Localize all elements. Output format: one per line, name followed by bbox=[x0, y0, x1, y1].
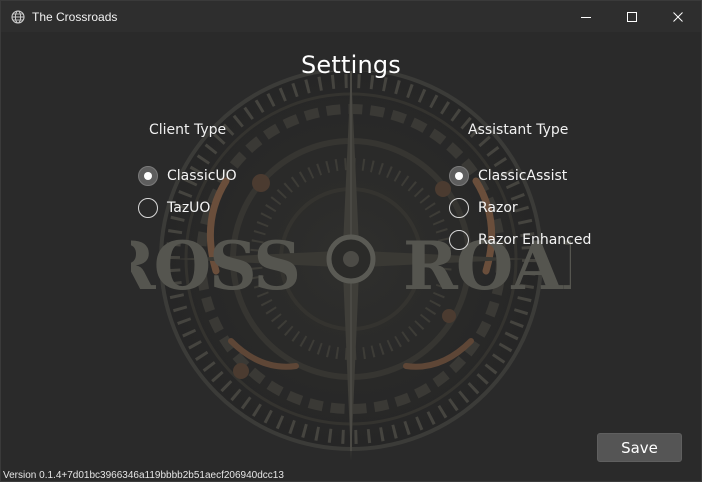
radio-button[interactable] bbox=[449, 230, 469, 250]
title-bar[interactable]: The Crossroads bbox=[1, 1, 701, 32]
radio-selected-dot bbox=[144, 172, 152, 180]
maximize-button[interactable] bbox=[609, 1, 655, 32]
radio-button[interactable] bbox=[449, 198, 469, 218]
radio-classicuo[interactable]: ClassicUO bbox=[138, 165, 237, 187]
minimize-button[interactable] bbox=[563, 1, 609, 32]
radio-razor[interactable]: Razor bbox=[449, 197, 518, 219]
radio-razor-enhanced[interactable]: Razor Enhanced bbox=[449, 229, 591, 251]
radio-label: Razor bbox=[478, 200, 518, 216]
settings-heading: Settings bbox=[300, 51, 402, 79]
window-controls bbox=[563, 1, 701, 32]
radio-label: ClassicUO bbox=[167, 168, 237, 184]
window-title: The Crossroads bbox=[32, 9, 118, 24]
version-label: Version 0.1.4+7d01bc3966346a119bbbb2b51a… bbox=[3, 470, 284, 481]
logo-text-left: CROSS bbox=[131, 227, 299, 305]
radio-button[interactable] bbox=[138, 166, 158, 186]
globe-icon bbox=[10, 9, 26, 25]
close-button[interactable] bbox=[655, 1, 701, 32]
radio-tazuo[interactable]: TazUO bbox=[138, 197, 210, 219]
radio-button[interactable] bbox=[138, 198, 158, 218]
radio-label: Razor Enhanced bbox=[478, 232, 592, 248]
close-icon bbox=[673, 11, 683, 22]
assistant-type-label: Assistant Type bbox=[468, 122, 569, 138]
client-type-label: Client Type bbox=[149, 122, 227, 138]
minimize-icon bbox=[581, 16, 591, 18]
radio-classicassist[interactable]: ClassicAssist bbox=[449, 165, 567, 187]
maximize-icon bbox=[627, 11, 637, 22]
radio-label: ClassicAssist bbox=[478, 168, 568, 184]
radio-label: TazUO bbox=[167, 200, 211, 216]
app-window: The Crossroads OSS ROA Settings Client T… bbox=[0, 0, 702, 482]
save-button[interactable]: Save bbox=[597, 433, 682, 462]
radio-selected-dot bbox=[455, 172, 463, 180]
radio-button[interactable] bbox=[449, 166, 469, 186]
